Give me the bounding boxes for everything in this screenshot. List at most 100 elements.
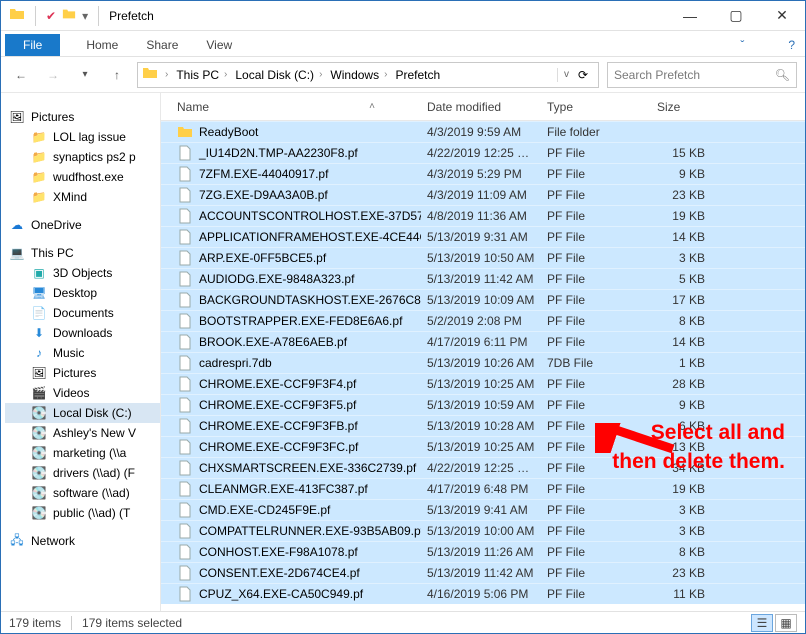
- status-bar: 179 items 179 items selected ☰ ▦: [1, 611, 805, 633]
- file-name: CHROME.EXE-CCF9F3FB.pf: [199, 419, 358, 433]
- file-name: ReadyBoot: [199, 125, 258, 139]
- up-button[interactable]: ↑: [105, 63, 129, 87]
- back-button[interactable]: ←: [9, 63, 33, 87]
- crumb-windows[interactable]: Windows›: [326, 68, 391, 82]
- table-row[interactable]: COMPATTELRUNNER.EXE-93B5AB09.pf5/13/2019…: [161, 520, 805, 541]
- crumb-prefetch[interactable]: Prefetch: [391, 68, 444, 82]
- table-row[interactable]: CONHOST.EXE-F98A1078.pf 5/13/2019 11:26 A…: [161, 541, 805, 562]
- recent-dropdown-icon[interactable]: ▾: [73, 63, 97, 87]
- close-button[interactable]: ✕: [759, 1, 805, 31]
- nav-downloads[interactable]: ⬇Downloads: [5, 323, 160, 343]
- ribbon-toggle-icon[interactable]: ˇ: [730, 34, 754, 56]
- file-name: CONHOST.EXE-F98A1078.pf: [199, 545, 358, 559]
- nav-wudf[interactable]: 📁wudfhost.exe: [5, 167, 160, 187]
- nav-lol[interactable]: 📁LOL lag issue: [5, 127, 160, 147]
- nav-drivers[interactable]: 💽drivers (\\ad) (F: [5, 463, 160, 483]
- documents-icon: 📄: [31, 305, 47, 321]
- table-row[interactable]: 7ZG.EXE-D9AA3A0B.pf4/3/2019 11:09 AMPF F…: [161, 184, 805, 205]
- refresh-icon[interactable]: ⟳: [572, 68, 588, 82]
- qat-dropdown-icon[interactable]: ▾: [82, 9, 88, 23]
- folder-icon: [177, 124, 193, 140]
- column-headers: Name˄ Date modified Type Size: [161, 93, 805, 121]
- table-row[interactable]: CPUZ_X64.EXE-CA50C949.pf4/16/2019 5:06 P…: [161, 583, 805, 604]
- table-row[interactable]: APPLICATIONFRAMEHOST.EXE-4CE44C8...5/13/…: [161, 226, 805, 247]
- crumb-drive[interactable]: Local Disk (C:)›: [231, 68, 326, 82]
- folder-small-icon[interactable]: [62, 7, 76, 24]
- nav-3d[interactable]: ▣3D Objects: [5, 263, 160, 283]
- nav-documents[interactable]: 📄Documents: [5, 303, 160, 323]
- file-date: 5/13/2019 10:59 AM: [421, 398, 541, 412]
- nav-localdisk[interactable]: 💽Local Disk (C:): [5, 403, 160, 423]
- file-type: PF File: [541, 482, 651, 496]
- file-name: COMPATTELRUNNER.EXE-93B5AB09.pf: [199, 524, 421, 538]
- tab-home[interactable]: Home: [84, 34, 120, 56]
- nav-software[interactable]: 💽software (\\ad): [5, 483, 160, 503]
- nav-ashley[interactable]: 💽Ashley's New V: [5, 423, 160, 443]
- table-row[interactable]: _IU14D2N.TMP-AA2230F8.pf4/22/2019 12:25 …: [161, 142, 805, 163]
- table-row[interactable]: ReadyBoot4/3/2019 9:59 AMFile folder: [161, 121, 805, 142]
- file-size: 14 KB: [651, 230, 711, 244]
- table-row[interactable]: CHROME.EXE-CCF9F3F5.pf5/13/2019 10:59 AM…: [161, 394, 805, 415]
- crumb-root-chev[interactable]: ›: [158, 69, 172, 80]
- col-date[interactable]: Date modified: [421, 100, 541, 114]
- nav-network[interactable]: 🖧Network: [5, 531, 160, 551]
- nav-onedrive[interactable]: ☁OneDrive: [5, 215, 160, 235]
- nav-thispc[interactable]: 💻This PC: [5, 243, 160, 263]
- netdrive-icon: 💽: [31, 465, 47, 481]
- nav-tree[interactable]: 🖼 Pictures 📁LOL lag issue 📁synaptics ps2…: [1, 93, 161, 611]
- details-view-button[interactable]: ☰: [751, 614, 773, 632]
- folder-icon[interactable]: [9, 6, 25, 25]
- table-row[interactable]: cadrespri.7db5/13/2019 10:26 AM7DB File1…: [161, 352, 805, 373]
- nav-pictures[interactable]: 🖼 Pictures: [5, 107, 160, 127]
- tab-share[interactable]: Share: [144, 34, 180, 56]
- file-size: 15 KB: [651, 146, 711, 160]
- checkmark-icon[interactable]: ✔: [46, 9, 56, 23]
- icons-view-button[interactable]: ▦: [775, 614, 797, 632]
- col-type[interactable]: Type: [541, 100, 651, 114]
- file-size: 19 KB: [651, 482, 711, 496]
- nav-videos[interactable]: 🎬Videos: [5, 383, 160, 403]
- table-row[interactable]: CLEANMGR.EXE-413FC387.pf4/17/2019 6:48 P…: [161, 478, 805, 499]
- col-size[interactable]: Size: [651, 100, 805, 114]
- address-dropdown-icon[interactable]: v: [564, 69, 569, 80]
- file-size: 8 KB: [651, 545, 711, 559]
- nav-marketing[interactable]: 💽marketing (\\a: [5, 443, 160, 463]
- table-row[interactable]: ACCOUNTSCONTROLHOST.EXE-37D57A...4/8/201…: [161, 205, 805, 226]
- file-type: PF File: [541, 398, 651, 412]
- nav-public[interactable]: 💽public (\\ad) (T: [5, 503, 160, 523]
- file-icon: [177, 418, 193, 434]
- col-name[interactable]: Name˄: [171, 100, 421, 114]
- nav-desktop[interactable]: 🖥Desktop: [5, 283, 160, 303]
- table-row[interactable]: AUDIODG.EXE-9848A323.pf5/13/2019 11:42 A…: [161, 268, 805, 289]
- table-row[interactable]: CHROME.EXE-CCF9F3FB.pf5/13/2019 10:28 AM…: [161, 415, 805, 436]
- table-row[interactable]: BACKGROUNDTASKHOST.EXE-2676C83F.pf5/13/2…: [161, 289, 805, 310]
- file-size: 3 KB: [651, 524, 711, 538]
- table-row[interactable]: 7ZFM.EXE-44040917.pf4/3/2019 5:29 PMPF F…: [161, 163, 805, 184]
- table-row[interactable]: CHROME.EXE-CCF9F3F4.pf5/13/2019 10:25 AM…: [161, 373, 805, 394]
- table-row[interactable]: CMD.EXE-CD245F9E.pf5/13/2019 9:41 AMPF F…: [161, 499, 805, 520]
- tab-view[interactable]: View: [204, 34, 234, 56]
- minimize-button[interactable]: —: [667, 1, 713, 31]
- nav-syn[interactable]: 📁synaptics ps2 p: [5, 147, 160, 167]
- crumb-thispc[interactable]: This PC›: [172, 68, 231, 82]
- breadcrumb[interactable]: › This PC› Local Disk (C:)› Windows› Pre…: [137, 62, 599, 88]
- nav-xmind[interactable]: 📁XMind: [5, 187, 160, 207]
- file-rows[interactable]: ReadyBoot4/3/2019 9:59 AMFile folder_IU1…: [161, 121, 805, 611]
- maximize-button[interactable]: ▢: [713, 1, 759, 31]
- table-row[interactable]: BROOK.EXE-A78E6AEB.pf4/17/2019 6:11 PMPF…: [161, 331, 805, 352]
- help-icon[interactable]: ?: [778, 34, 805, 56]
- file-icon: [177, 481, 193, 497]
- nav-music[interactable]: ♪Music: [5, 343, 160, 363]
- table-row[interactable]: BOOTSTRAPPER.EXE-FED8E6A6.pf5/2/2019 2:0…: [161, 310, 805, 331]
- file-tab[interactable]: File: [5, 34, 60, 56]
- table-row[interactable]: CHROME.EXE-CCF9F3FC.pf5/13/2019 10:25 AM…: [161, 436, 805, 457]
- nav-pictures2[interactable]: 🖼Pictures: [5, 363, 160, 383]
- table-row[interactable]: CONSENT.EXE-2D674CE4.pf5/13/2019 11:42 A…: [161, 562, 805, 583]
- table-row[interactable]: CHXSMARTSCREEN.EXE-336C2739.pf4/22/2019 …: [161, 457, 805, 478]
- file-date: 5/13/2019 11:26 AM: [421, 545, 541, 559]
- table-row[interactable]: ARP.EXE-0FF5BCE5.pf5/13/2019 10:50 AMPF …: [161, 247, 805, 268]
- search-input[interactable]: Search Prefetch 🔍︎: [607, 62, 797, 88]
- search-icon[interactable]: 🔍︎: [775, 68, 790, 82]
- forward-button[interactable]: →: [41, 63, 65, 87]
- file-date: 5/13/2019 10:50 AM: [421, 251, 541, 265]
